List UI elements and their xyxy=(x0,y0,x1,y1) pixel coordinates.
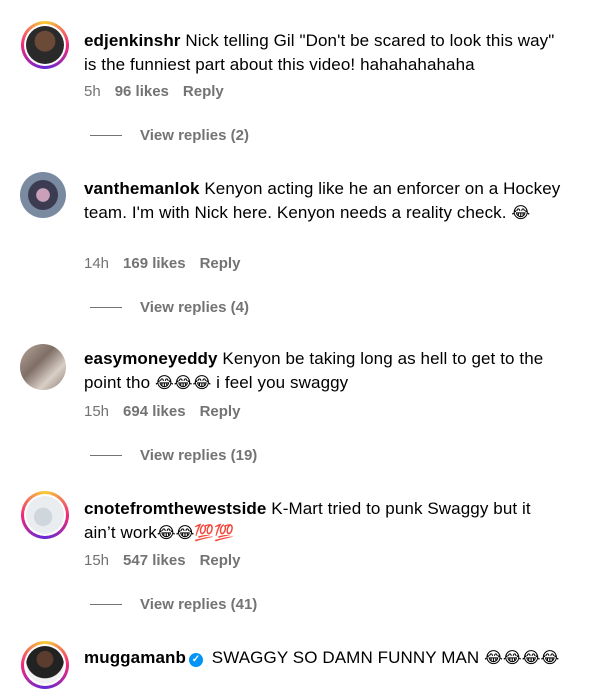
comment-body: SWAGGY SO DAMN FUNNY MAN xyxy=(206,648,485,667)
comment-username[interactable]: muggamanb xyxy=(84,648,186,667)
view-replies-label: View replies (41) xyxy=(140,596,258,613)
likes-count[interactable]: 547 likes xyxy=(123,552,186,569)
comment-username[interactable]: easymoneyeddy xyxy=(84,349,218,368)
comment-text: vanthemanlok Kenyon acting like he an en… xyxy=(84,177,564,225)
reply-button[interactable]: Reply xyxy=(183,83,224,100)
replies-divider xyxy=(90,307,122,308)
replies-divider xyxy=(90,604,122,605)
view-replies-label: View replies (4) xyxy=(140,299,249,316)
comment-username[interactable]: edjenkinshr xyxy=(84,31,181,50)
comment-text: edjenkinshr Nick telling Gil "Don't be s… xyxy=(84,29,564,77)
avatar[interactable] xyxy=(20,172,66,218)
view-replies-button[interactable]: View replies (2) xyxy=(90,127,249,144)
likes-count[interactable]: 694 likes xyxy=(123,403,186,420)
laughing-emoji-icon: 😂 xyxy=(511,203,531,222)
verified-badge-icon: ✓ xyxy=(188,653,203,667)
replies-divider xyxy=(90,135,122,136)
comment-text: easymoneyeddy Kenyon be taking long as h… xyxy=(84,347,564,395)
view-replies-label: View replies (2) xyxy=(140,127,249,144)
reply-button[interactable]: Reply xyxy=(200,403,241,420)
view-replies-button[interactable]: View replies (4) xyxy=(90,299,249,316)
replies-divider xyxy=(90,455,122,456)
comment-text: cnotefromthewestside K-Mart tried to pun… xyxy=(84,497,564,545)
avatar[interactable] xyxy=(21,641,69,689)
comment-meta: 14h 169 likes Reply xyxy=(84,255,240,272)
comment-username[interactable]: cnotefromthewestside xyxy=(84,499,266,518)
avatar[interactable] xyxy=(21,491,69,539)
comment-time: 15h xyxy=(84,552,110,569)
laughing-emoji-icon: 😂😂😂😂 xyxy=(484,648,560,667)
comment-meta: 15h 694 likes Reply xyxy=(84,403,240,420)
comment-meta: 5h 96 likes Reply xyxy=(84,83,224,100)
likes-count[interactable]: 96 likes xyxy=(115,83,169,100)
view-replies-button[interactable]: View replies (19) xyxy=(90,447,257,464)
comment-text: muggamanb ✓ SWAGGY SO DAMN FUNNY MAN 😂😂😂😂 xyxy=(84,646,564,670)
view-replies-button[interactable]: View replies (41) xyxy=(90,596,257,613)
reply-button[interactable]: Reply xyxy=(200,255,241,272)
comment-time: 15h xyxy=(84,403,110,420)
avatar[interactable] xyxy=(20,344,66,390)
laughing-and-hundred-emoji-icon: 😂😂💯💯 xyxy=(156,523,235,542)
comment-time: 5h xyxy=(84,83,101,100)
comment-meta: 15h 547 likes Reply xyxy=(84,552,240,569)
reply-button[interactable]: Reply xyxy=(200,552,241,569)
comment-time: 14h xyxy=(84,255,110,272)
view-replies-label: View replies (19) xyxy=(140,447,258,464)
comment-username[interactable]: vanthemanlok xyxy=(84,179,200,198)
likes-count[interactable]: 169 likes xyxy=(123,255,186,272)
comment-body-continued: i feel you swaggy xyxy=(211,373,349,392)
avatar[interactable] xyxy=(21,21,69,69)
laughing-emoji-icon: 😂😂😂 xyxy=(154,373,212,392)
